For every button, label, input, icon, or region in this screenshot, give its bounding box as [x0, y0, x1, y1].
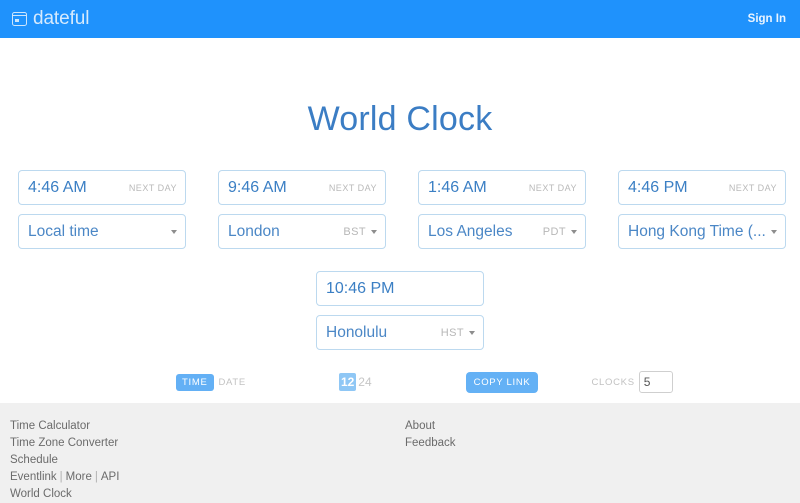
- clock-card-1: 9:46 AM NEXT DAY London BST: [218, 170, 386, 249]
- footer-link-eventlink[interactable]: Eventlink: [10, 471, 57, 483]
- controls-bar: TIME DATE 12 24 COPY LINK CLOCKS: [0, 371, 800, 393]
- time-input-0[interactable]: 4:46 AM NEXT DAY: [18, 170, 186, 205]
- brand-logo[interactable]: dateful: [12, 8, 89, 30]
- clock-card-0: 4:46 AM NEXT DAY Local time: [18, 170, 186, 249]
- footer-link-api[interactable]: API: [101, 471, 120, 483]
- next-day-label-1: NEXT DAY: [328, 182, 377, 193]
- time-value-3: 4:46 PM: [628, 178, 688, 196]
- brand-name: dateful: [33, 8, 90, 29]
- mode-date-button[interactable]: DATE: [214, 374, 251, 391]
- chevron-down-icon: [171, 229, 177, 234]
- clock-card-4: 10:46 PM Honolulu HST: [316, 271, 484, 350]
- timezone-name-0: Local time: [28, 222, 99, 240]
- timezone-abbr-1: BST: [343, 225, 366, 238]
- clock-card-2: 1:46 AM NEXT DAY Los Angeles PDT: [418, 170, 586, 249]
- footer-separator: |: [59, 471, 63, 483]
- next-day-label-0: NEXT DAY: [128, 182, 177, 193]
- footer-link-more[interactable]: More: [66, 471, 92, 483]
- timezone-select-1[interactable]: London BST: [218, 214, 386, 249]
- site-footer: Time Calculator Time Zone Converter Sche…: [0, 403, 800, 503]
- time-value-0: 4:46 AM: [28, 178, 87, 196]
- footer-link-feedback[interactable]: Feedback: [405, 437, 456, 449]
- mode-toggle: TIME DATE: [176, 373, 251, 391]
- footer-link-schedule[interactable]: Schedule: [10, 454, 58, 466]
- timezone-name-2: Los Angeles: [428, 222, 513, 240]
- chevron-down-icon: [371, 229, 377, 234]
- site-header: dateful Sign In: [0, 0, 800, 38]
- chevron-down-icon: [771, 229, 777, 234]
- next-day-label-2: NEXT DAY: [528, 182, 577, 193]
- copy-link-button[interactable]: COPY LINK: [465, 371, 539, 393]
- timezone-abbr-4: HST: [440, 326, 464, 339]
- timezone-select-3[interactable]: Hong Kong Time (...: [618, 214, 786, 249]
- timezone-name-3: Hong Kong Time (...: [628, 222, 766, 240]
- hour-format-toggle: 12 24: [338, 373, 374, 391]
- clock-grid-row-2: 10:46 PM Honolulu HST: [0, 271, 800, 350]
- footer-link-world-clock[interactable]: World Clock: [10, 488, 72, 500]
- clocks-count-label: CLOCKS: [591, 376, 635, 388]
- timezone-name-4: Honolulu: [326, 323, 388, 341]
- chevron-down-icon: [469, 330, 475, 335]
- chevron-down-icon: [571, 229, 577, 234]
- footer-column-2: About Feedback: [405, 418, 456, 503]
- time-input-1[interactable]: 9:46 AM NEXT DAY: [218, 170, 386, 205]
- timezone-name-1: London: [228, 222, 280, 240]
- footer-link-about[interactable]: About: [405, 420, 435, 432]
- clock-grid-row-1: 4:46 AM NEXT DAY Local time 9:46 AM NEXT…: [0, 170, 800, 249]
- next-day-label-3: NEXT DAY: [728, 182, 777, 193]
- timezone-abbr-2: PDT: [542, 225, 566, 238]
- timezone-select-2[interactable]: Los Angeles PDT: [418, 214, 586, 249]
- timezone-select-0[interactable]: Local time: [18, 214, 186, 249]
- time-input-3[interactable]: 4:46 PM NEXT DAY: [618, 170, 786, 205]
- clocks-count-input[interactable]: [638, 371, 673, 393]
- time-value-1: 9:46 AM: [228, 178, 287, 196]
- sign-in-link[interactable]: Sign In: [748, 13, 786, 25]
- time-input-2[interactable]: 1:46 AM NEXT DAY: [418, 170, 586, 205]
- footer-link-time-calculator[interactable]: Time Calculator: [10, 420, 90, 432]
- mode-time-button[interactable]: TIME: [176, 373, 214, 391]
- clock-card-3: 4:46 PM NEXT DAY Hong Kong Time (...: [618, 170, 786, 249]
- time-input-4[interactable]: 10:46 PM: [316, 271, 484, 306]
- footer-inline-links: Eventlink | More | API: [10, 469, 405, 486]
- time-value-4: 10:46 PM: [326, 279, 395, 297]
- footer-separator: |: [94, 471, 98, 483]
- footer-link-time-zone-converter[interactable]: Time Zone Converter: [10, 437, 118, 449]
- time-value-2: 1:46 AM: [428, 178, 487, 196]
- timezone-select-4[interactable]: Honolulu HST: [316, 315, 484, 350]
- page-title: World Clock: [307, 100, 493, 138]
- format-24-button[interactable]: 24: [356, 373, 373, 391]
- calendar-icon: [12, 12, 27, 26]
- format-12-button[interactable]: 12: [338, 373, 357, 391]
- footer-column-1: Time Calculator Time Zone Converter Sche…: [0, 418, 405, 503]
